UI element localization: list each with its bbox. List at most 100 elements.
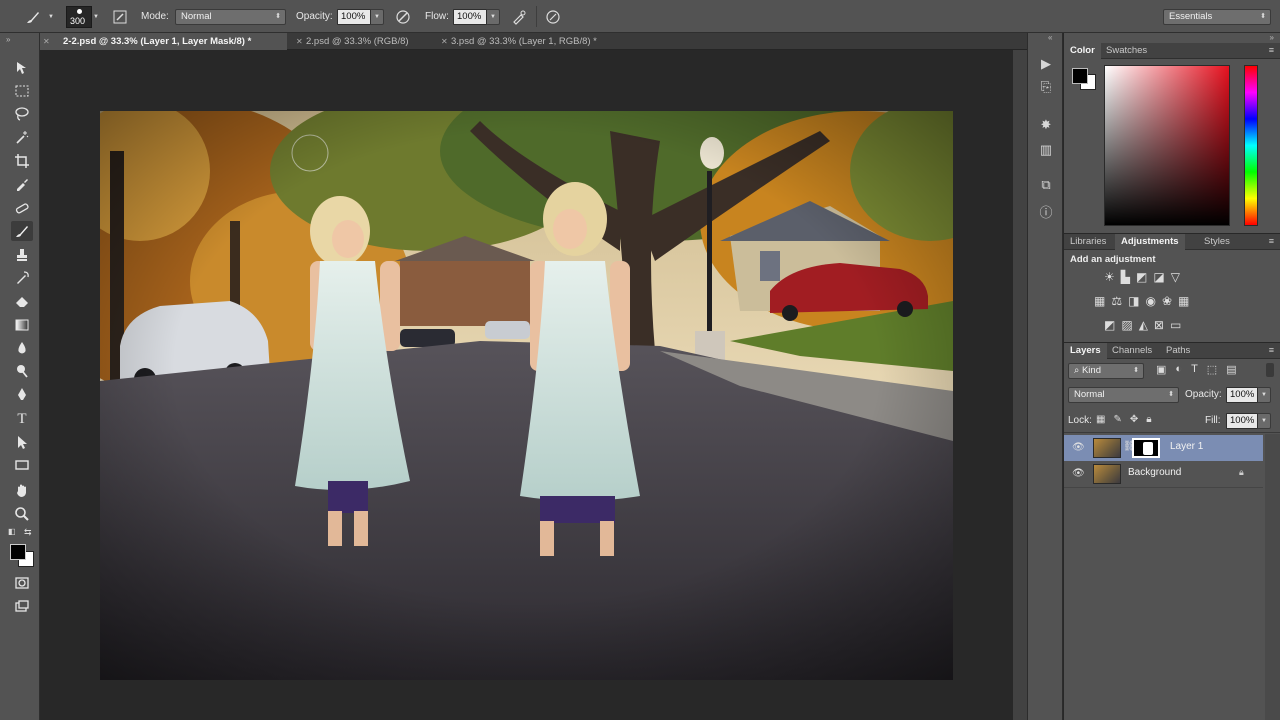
layer-name[interactable]: Layer 1: [1170, 441, 1203, 452]
levels-icon[interactable]: ▙: [1121, 270, 1130, 284]
airbrush-toggle[interactable]: [511, 0, 527, 33]
opacity-slider-toggle[interactable]: ▼: [371, 8, 384, 25]
brush-size-picker[interactable]: 300: [66, 6, 92, 28]
layer-thumbnail[interactable]: [1093, 464, 1121, 484]
tab-2-psd[interactable]: ✕ 2.psd @ 33.3% (RGB/8): [293, 33, 428, 50]
type-tool[interactable]: T: [11, 409, 33, 429]
posterize-icon[interactable]: ▨: [1121, 318, 1132, 332]
canvas-scrollbar[interactable]: [1013, 50, 1027, 720]
layer-filter-kind[interactable]: ⌕ Kind ⬍: [1068, 363, 1144, 379]
photo-filter-icon[interactable]: ◉: [1145, 294, 1155, 308]
pen-tool[interactable]: [11, 385, 33, 405]
color-field[interactable]: [1104, 65, 1230, 226]
history-panel-button[interactable]: ⎘: [1037, 78, 1055, 96]
black-white-icon[interactable]: ◨: [1128, 294, 1139, 308]
actions-panel-button[interactable]: ▶: [1037, 55, 1055, 73]
layer-mask-thumbnail[interactable]: [1132, 438, 1160, 458]
quick-mask-toggle[interactable]: [11, 573, 33, 593]
tab-paths[interactable]: Paths: [1160, 343, 1196, 359]
close-icon[interactable]: ✕: [441, 33, 448, 50]
eyedropper-tool[interactable]: [11, 174, 33, 194]
path-selection-tool[interactable]: [11, 432, 33, 452]
collapse-toolbar-icon[interactable]: »: [6, 35, 10, 44]
gradient-tool[interactable]: [11, 315, 33, 335]
lasso-tool[interactable]: [11, 104, 33, 124]
fill-slider-toggle[interactable]: ▼: [1258, 413, 1271, 429]
zoom-tool[interactable]: [11, 504, 33, 524]
filter-type-icon[interactable]: T: [1191, 363, 1198, 376]
flow-slider-toggle[interactable]: ▼: [487, 8, 500, 25]
tab-channels[interactable]: Channels: [1106, 343, 1158, 359]
move-tool[interactable]: [11, 58, 33, 78]
filter-smart-object-icon[interactable]: ▤: [1226, 363, 1236, 376]
close-icon[interactable]: ✕: [43, 33, 50, 50]
dodge-tool[interactable]: [11, 361, 33, 381]
hue-saturation-icon[interactable]: ▦: [1094, 294, 1105, 308]
vibrance-icon[interactable]: ▽: [1171, 270, 1180, 284]
lock-all-icon[interactable]: 🔒︎: [1146, 414, 1151, 425]
tab-layers[interactable]: Layers: [1064, 343, 1107, 359]
eraser-tool[interactable]: [11, 291, 33, 311]
filter-toggle[interactable]: [1266, 363, 1274, 377]
brush-presets-button[interactable]: ▥: [1037, 141, 1055, 159]
blend-mode-dropdown[interactable]: Normal ⬍: [1068, 387, 1179, 403]
layers-scrollbar[interactable]: [1265, 434, 1280, 720]
layer-opacity-slider-toggle[interactable]: ▼: [1258, 387, 1271, 403]
brush-panel-toggle[interactable]: [112, 0, 128, 33]
layer-opacity-input[interactable]: 100%: [1226, 387, 1258, 403]
channel-mixer-icon[interactable]: ❀: [1162, 294, 1172, 308]
collapse-panels-icon[interactable]: »: [1270, 33, 1274, 42]
panel-menu-icon[interactable]: ≡: [1269, 45, 1274, 55]
eye-icon[interactable]: 👁︎: [1072, 468, 1085, 480]
gradient-map-icon[interactable]: ▭: [1170, 318, 1181, 332]
brightness-contrast-icon[interactable]: ☀: [1104, 270, 1115, 284]
screen-mode-toggle[interactable]: [11, 596, 33, 616]
pressure-opacity-toggle[interactable]: [395, 0, 411, 33]
expand-dock-icon[interactable]: «: [1048, 33, 1052, 42]
filter-adjustment-icon[interactable]: ◐: [1175, 363, 1182, 376]
shape-tool[interactable]: [11, 455, 33, 475]
quick-select-tool[interactable]: [11, 127, 33, 147]
document-canvas[interactable]: [100, 111, 953, 680]
default-colors-icon[interactable]: ◧: [8, 527, 16, 536]
tab-adjustments[interactable]: Adjustments: [1115, 234, 1185, 250]
blur-tool[interactable]: [11, 338, 33, 358]
healing-brush-tool[interactable]: [11, 198, 33, 218]
fill-input[interactable]: 100%: [1226, 413, 1258, 429]
layer-thumbnail[interactable]: [1093, 438, 1121, 458]
brush-tool-preset[interactable]: ▼: [24, 0, 54, 33]
workspace-dropdown[interactable]: Essentials ⬍: [1163, 8, 1271, 25]
lock-position-icon[interactable]: ✥: [1130, 414, 1138, 425]
panel-menu-icon[interactable]: ≡: [1269, 345, 1274, 355]
foreground-color-swatch[interactable]: [10, 544, 26, 560]
close-icon[interactable]: ✕: [296, 33, 303, 50]
tab-styles[interactable]: Styles: [1198, 234, 1236, 250]
pressure-size-toggle[interactable]: [545, 0, 561, 33]
brush-settings-button[interactable]: ✸: [1037, 116, 1055, 134]
canvas-area[interactable]: [40, 50, 1027, 720]
exposure-icon[interactable]: ◪: [1153, 270, 1164, 284]
flow-input[interactable]: 100%: [453, 8, 487, 25]
marquee-tool[interactable]: [11, 81, 33, 101]
brush-tool[interactable]: [11, 221, 33, 241]
lock-image-icon[interactable]: ✎: [1113, 414, 1121, 425]
selective-color-icon[interactable]: ⊠: [1154, 318, 1164, 332]
invert-icon[interactable]: ◩: [1104, 318, 1115, 332]
opacity-input[interactable]: 100%: [337, 8, 371, 25]
curves-icon[interactable]: ◩: [1136, 270, 1147, 284]
history-brush-tool[interactable]: [11, 268, 33, 288]
color-balance-icon[interactable]: ⚖: [1111, 294, 1122, 308]
hand-tool[interactable]: [11, 480, 33, 500]
tab-libraries[interactable]: Libraries: [1064, 234, 1112, 250]
layer-name[interactable]: Background: [1128, 467, 1181, 478]
color-lookup-icon[interactable]: ▦: [1178, 294, 1189, 308]
foreground-color-swatch[interactable]: [1072, 68, 1088, 84]
layer-row-layer-1[interactable]: 👁︎ ⛓︎ Layer 1: [1064, 435, 1263, 461]
swap-colors-icon[interactable]: ⇆: [24, 527, 32, 538]
crop-tool[interactable]: [11, 151, 33, 171]
panel-menu-icon[interactable]: ≡: [1269, 236, 1274, 246]
filter-shape-icon[interactable]: ⬚: [1207, 363, 1217, 376]
clone-stamp-tool[interactable]: [11, 245, 33, 265]
clone-source-button[interactable]: ⧉: [1037, 176, 1055, 194]
tab-color[interactable]: Color: [1064, 43, 1101, 59]
